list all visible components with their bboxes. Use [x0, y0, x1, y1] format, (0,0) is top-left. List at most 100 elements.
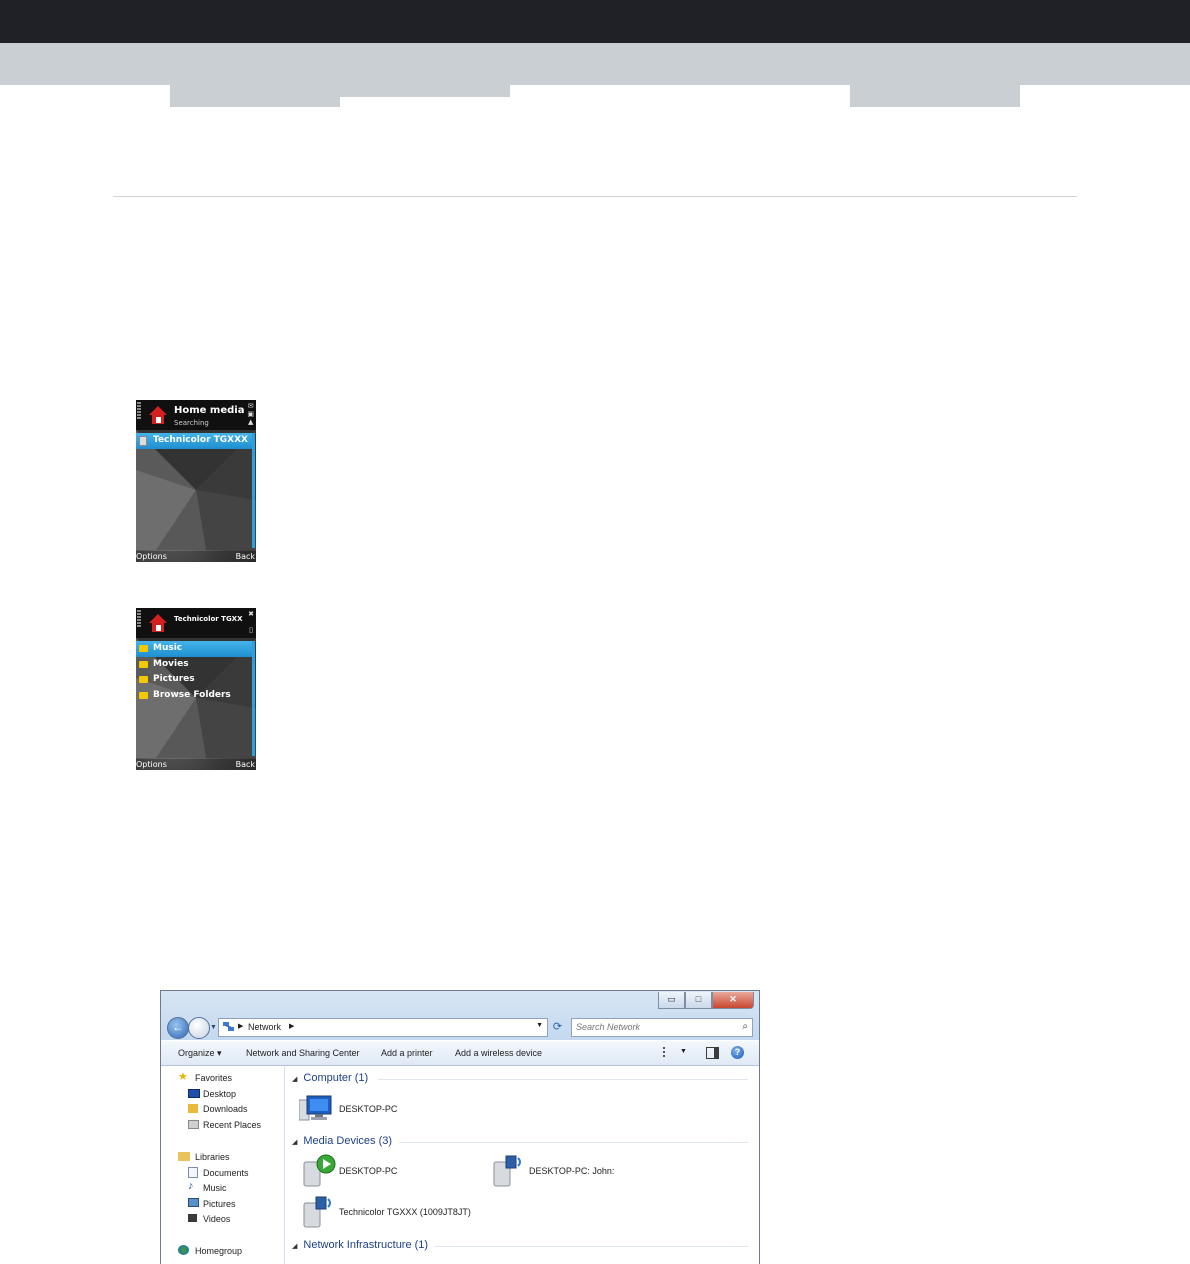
- search-box[interactable]: ⌕: [571, 1018, 753, 1037]
- status-icons: ✉ ▣ ▲: [247, 402, 254, 426]
- collapse-arrow-icon[interactable]: ◢: [292, 1139, 297, 1146]
- back-softkey[interactable]: Back: [236, 760, 255, 769]
- search-icon[interactable]: ⌕: [742, 1021, 748, 1032]
- phone-title: Technicolor TGXX: [174, 615, 243, 623]
- preview-pane-icon[interactable]: [706, 1047, 719, 1059]
- list-item-label: Technicolor TGXXX: [153, 435, 248, 445]
- scrollbar[interactable]: [252, 433, 255, 548]
- close-button[interactable]: ✕: [712, 992, 754, 1009]
- group-divider: [378, 1079, 748, 1080]
- nav-tab-1[interactable]: [170, 85, 340, 107]
- nav-pictures[interactable]: Pictures: [203, 1199, 236, 1209]
- group-label: Network Infrastructure (1): [303, 1239, 429, 1251]
- media-item-technicolor[interactable]: Technicolor TGXXX (1009JT8JT): [339, 1207, 471, 1217]
- desktop-icon: [188, 1089, 200, 1098]
- options-softkey[interactable]: Options: [136, 552, 167, 561]
- group-heading-computer[interactable]: ◢ Computer (1): [292, 1072, 368, 1084]
- group-label: Media Devices (3): [303, 1135, 393, 1147]
- top-dark-bar: [0, 0, 1190, 43]
- list-item-music[interactable]: Music: [136, 641, 252, 657]
- breadcrumb-network[interactable]: Network: [248, 1022, 281, 1032]
- section-divider: [113, 196, 1077, 197]
- folder-icon: [139, 676, 148, 683]
- nav-tab-3[interactable]: [850, 85, 1020, 107]
- minimize-button[interactable]: ▭: [658, 992, 685, 1009]
- group-divider: [435, 1246, 748, 1247]
- documents-icon: [188, 1167, 198, 1178]
- music-note-icon: ♪: [188, 1180, 194, 1192]
- list-item-pictures[interactable]: Pictures: [136, 672, 252, 688]
- breadcrumb-arrow-icon[interactable]: ▶: [238, 1022, 243, 1030]
- content-pane: ◢ Computer (1) DESKTOP-PC ◢ Media Devices …: [285, 1066, 759, 1264]
- phone-header: Technicolor TGXX ✖ ▯: [136, 608, 256, 638]
- softkey-bar: Options Back: [136, 551, 256, 562]
- explorer-window: ▭ □ ✕ ← ▼ ▶ Network ▶ ▼ ⟳ ⌕ Organize ▾ N…: [160, 990, 760, 1264]
- folder-icon: [139, 691, 148, 699]
- media-item-desktop-pc-john[interactable]: DESKTOP-PC: John:: [529, 1166, 614, 1176]
- device-list: Technicolor TGXXX: [136, 433, 252, 449]
- computer-item-desktop-pc[interactable]: DESKTOP-PC: [339, 1104, 397, 1114]
- maximize-button[interactable]: □: [685, 992, 712, 1009]
- breadcrumb-arrow-icon[interactable]: ▶: [289, 1022, 294, 1030]
- back-softkey[interactable]: Back: [236, 552, 255, 561]
- home-media-icon: [149, 406, 167, 424]
- libraries-icon: [178, 1152, 190, 1161]
- list-item-label: Browse Folders: [153, 689, 231, 700]
- nav-documents[interactable]: Documents: [203, 1168, 249, 1178]
- network-sharing-center-button[interactable]: Network and Sharing Center: [246, 1048, 360, 1058]
- home-media-icon: [149, 614, 167, 632]
- phone-screen-home-media: Home media Searching ✉ ▣ ▲ Technicolor TGX…: [136, 400, 256, 562]
- add-printer-button[interactable]: Add a printer: [381, 1048, 433, 1058]
- options-softkey[interactable]: Options: [136, 760, 167, 769]
- nav-tab-2[interactable]: [340, 85, 510, 97]
- list-item-technicolor[interactable]: Technicolor TGXXX: [136, 433, 252, 449]
- recent-pages-dropdown-icon[interactable]: ▼: [210, 1024, 217, 1031]
- group-label: Computer (1): [303, 1072, 369, 1084]
- recent-places-icon: [188, 1120, 199, 1129]
- nav-music[interactable]: Music: [203, 1183, 227, 1193]
- nav-recent-places[interactable]: Recent Places: [203, 1120, 261, 1130]
- nav-videos[interactable]: Videos: [203, 1214, 230, 1224]
- address-dropdown-icon[interactable]: ▼: [536, 1022, 543, 1029]
- softkey-bar: Options Back: [136, 759, 256, 770]
- nav-downloads[interactable]: Downloads: [203, 1104, 248, 1114]
- change-view-icon[interactable]: [663, 1047, 677, 1057]
- list-item-label: Music: [153, 643, 183, 653]
- list-item-label: Pictures: [153, 674, 195, 684]
- group-heading-media-devices[interactable]: ◢ Media Devices (3): [292, 1135, 392, 1147]
- back-button[interactable]: ←: [167, 1017, 189, 1039]
- top-grey-bar: [0, 43, 1190, 85]
- list-item-browse-folders[interactable]: Browse Folders: [136, 688, 252, 704]
- list-item-movies[interactable]: Movies: [136, 657, 252, 673]
- nav-libraries[interactable]: Libraries: [195, 1152, 230, 1162]
- help-icon[interactable]: ?: [731, 1046, 744, 1059]
- phone-subtitle: Searching: [174, 419, 209, 427]
- group-divider: [399, 1142, 748, 1143]
- pictures-icon: [188, 1198, 199, 1207]
- search-input[interactable]: [576, 1021, 731, 1033]
- media-item-desktop-pc[interactable]: DESKTOP-PC: [339, 1166, 397, 1176]
- videos-icon: [188, 1214, 197, 1222]
- media-category-list: Music Movies Pictures Browse Folders: [136, 641, 252, 703]
- add-wireless-device-button[interactable]: Add a wireless device: [455, 1048, 542, 1058]
- phone-header: Home media Searching ✉ ▣ ▲: [136, 400, 256, 430]
- group-heading-network-infrastructure[interactable]: ◢ Network Infrastructure (1): [292, 1239, 428, 1251]
- signal-strength-icon: [137, 610, 141, 636]
- nav-homegroup[interactable]: Homegroup: [195, 1246, 242, 1256]
- scrollbar[interactable]: [252, 641, 255, 756]
- address-bar[interactable]: ▶ Network ▶ ▼: [218, 1018, 548, 1037]
- forward-button[interactable]: [188, 1017, 210, 1039]
- nav-desktop[interactable]: Desktop: [203, 1089, 236, 1099]
- network-icon: [223, 1022, 234, 1031]
- nav-favorites[interactable]: Favorites: [195, 1073, 232, 1083]
- refresh-icon[interactable]: ⟳: [549, 1019, 566, 1035]
- downloads-icon: [188, 1104, 198, 1113]
- organize-button[interactable]: Organize ▾: [178, 1048, 222, 1059]
- media-server-play-icon: [303, 1154, 336, 1187]
- collapse-arrow-icon[interactable]: ◢: [292, 1243, 297, 1250]
- status-icons: ✖ ▯: [248, 610, 254, 634]
- navigation-pane: ★ Favorites Desktop Downloads Recent Pla…: [161, 1066, 285, 1264]
- collapse-arrow-icon[interactable]: ◢: [292, 1076, 297, 1083]
- view-dropdown-icon[interactable]: ▼: [680, 1048, 687, 1055]
- command-bar: Organize ▾ Network and Sharing Center Ad…: [161, 1040, 759, 1066]
